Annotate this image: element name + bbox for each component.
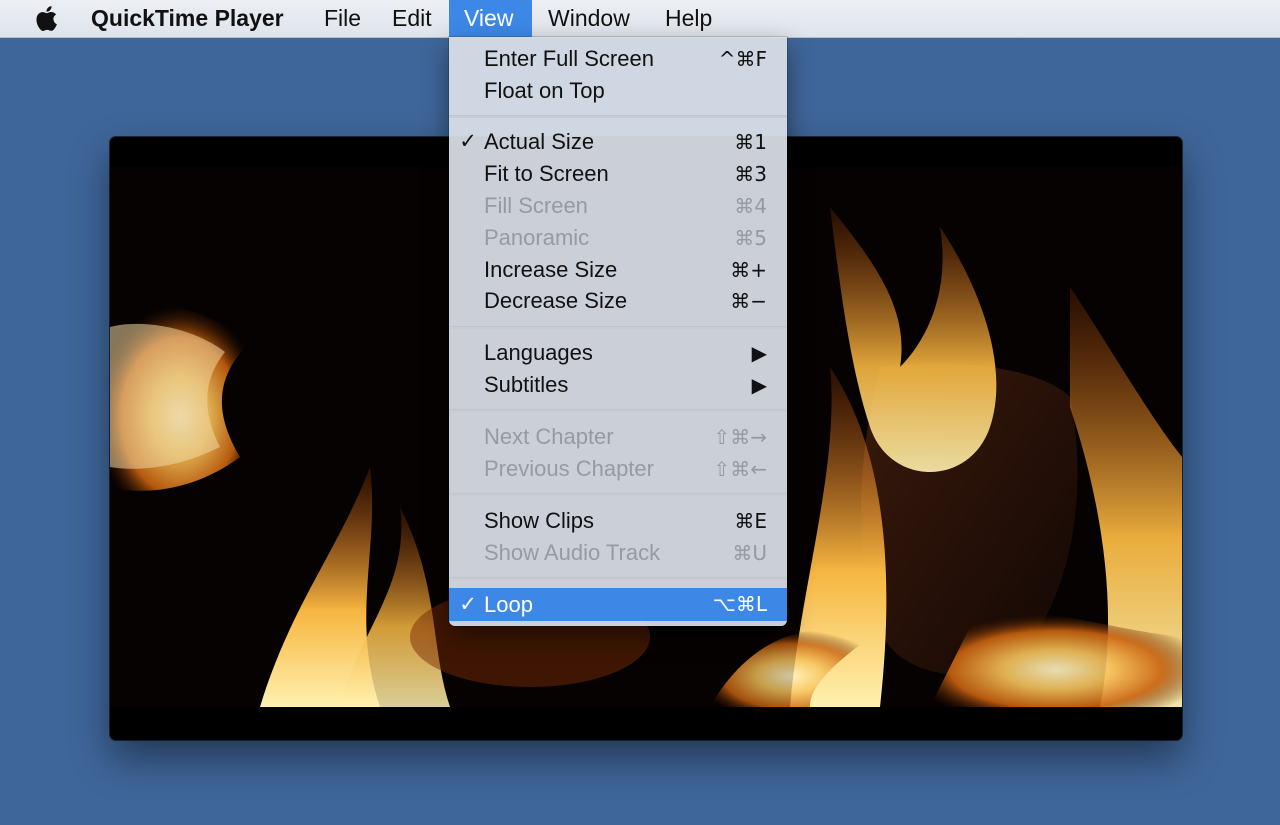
menu-item-label: Decrease Size [484, 288, 628, 313]
menu-item-show-clips[interactable]: Show Clips ⌘E [449, 505, 787, 537]
checkmark-icon: ✓ [459, 130, 477, 153]
menu-item-shortcut: ⌥⌘L [712, 592, 767, 616]
menu-item-shortcut: ⇧⌘→ [713, 425, 767, 449]
menu-item-label: Actual Size [484, 129, 595, 154]
menu-item-shortcut: ⌘− [730, 289, 767, 313]
menu-item-previous-chapter: Previous Chapter ⇧⌘← [449, 453, 787, 485]
menu-item-actual-size[interactable]: ✓ Actual Size ⌘1 [449, 126, 787, 158]
menu-app-name[interactable]: QuickTime Player [76, 0, 299, 37]
menu-separator [449, 409, 787, 412]
view-menu-dropdown: Enter Full Screen ^⌘F Float on Top ✓ Act… [449, 37, 787, 626]
menu-item-shortcut: ^⌘F [718, 47, 767, 71]
menu-item-label: Next Chapter [484, 424, 614, 449]
menu-bar: QuickTime Player File Edit View Window H… [0, 0, 1280, 38]
menu-item-next-chapter: Next Chapter ⇧⌘→ [449, 421, 787, 453]
menu-item-languages[interactable]: Languages ▶ [449, 337, 787, 369]
apple-icon[interactable] [34, 5, 58, 32]
menu-separator [449, 493, 787, 496]
menu-item-label: Loop [484, 592, 533, 617]
menu-help[interactable]: Help [650, 0, 727, 37]
menu-separator [449, 326, 787, 329]
menu-item-subtitles[interactable]: Subtitles ▶ [449, 369, 787, 401]
menu-item-float-on-top[interactable]: Float on Top [449, 75, 787, 107]
menu-view[interactable]: View [449, 0, 532, 37]
menu-item-shortcut: ⌘U [732, 541, 767, 565]
menu-item-label: Fill Screen [484, 193, 588, 218]
menu-window[interactable]: Window [533, 0, 645, 37]
menu-item-enter-full-screen[interactable]: Enter Full Screen ^⌘F [449, 43, 787, 75]
menu-item-shortcut: ⌘3 [734, 162, 767, 186]
menu-item-shortcut: ⌘1 [734, 130, 767, 154]
menu-item-loop[interactable]: ✓ Loop ⌥⌘L [449, 588, 787, 621]
menu-item-label: Enter Full Screen [484, 46, 654, 71]
menu-item-fit-to-screen[interactable]: Fit to Screen ⌘3 [449, 158, 787, 190]
submenu-arrow-icon: ▶ [751, 373, 767, 397]
menu-separator [449, 115, 787, 118]
menu-item-shortcut: ⌘+ [730, 258, 767, 282]
menu-item-label: Fit to Screen [484, 161, 609, 186]
menu-item-label: Languages [484, 340, 593, 365]
menu-item-panoramic: Panoramic ⌘5 [449, 222, 787, 254]
menu-item-label: Panoramic [484, 225, 590, 250]
menu-item-label: Show Clips [484, 508, 595, 533]
checkmark-icon: ✓ [459, 593, 477, 616]
menu-item-shortcut: ⌘4 [734, 194, 767, 218]
menu-separator [449, 577, 787, 580]
menu-item-label: Previous Chapter [484, 456, 654, 481]
menu-item-decrease-size[interactable]: Decrease Size ⌘− [449, 285, 787, 317]
menu-item-increase-size[interactable]: Increase Size ⌘+ [449, 254, 787, 286]
menu-file[interactable]: File [309, 0, 376, 37]
submenu-arrow-icon: ▶ [751, 341, 767, 365]
menu-item-show-audio-track: Show Audio Track ⌘U [449, 537, 787, 569]
menu-item-fill-screen: Fill Screen ⌘4 [449, 190, 787, 222]
menu-item-label: Increase Size [484, 257, 618, 282]
menu-item-shortcut: ⌘E [734, 509, 767, 533]
menu-edit[interactable]: Edit [377, 0, 447, 37]
menu-item-label: Subtitles [484, 372, 569, 397]
menu-item-label: Float on Top [484, 78, 605, 103]
menu-item-shortcut: ⌘5 [734, 226, 767, 250]
menu-item-shortcut: ⇧⌘← [713, 457, 767, 481]
menu-item-label: Show Audio Track [484, 540, 661, 565]
